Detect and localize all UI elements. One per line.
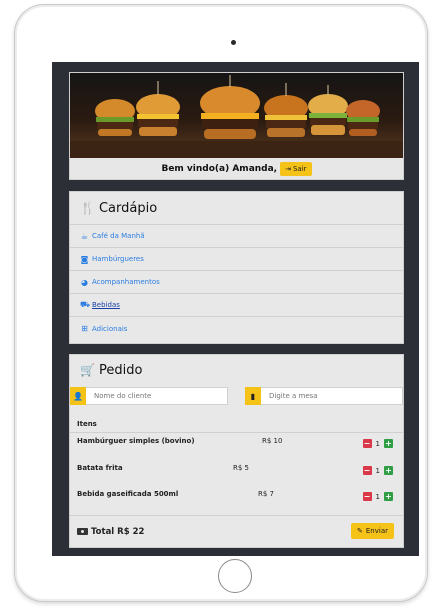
logout-button[interactable]: ⇥ Sair — [280, 162, 312, 176]
header-card: Bem vindo(a) Amanda, ⇥ Sair — [69, 72, 404, 180]
app-screen: Bem vindo(a) Amanda, ⇥ Sair 🍴 Cardápio ☕… — [52, 62, 419, 556]
order-total-text: Total R$ 22 — [91, 526, 145, 537]
menu-title: 🍴 Cardápio — [70, 192, 403, 225]
menu-item-hamburgueres[interactable]: ◙ Hambúrgueres — [70, 248, 403, 271]
menu-item-label: Acompanhamentos — [92, 278, 160, 286]
menu-item-label: Café da Manhã — [92, 232, 145, 240]
menu-item-acompanhamentos[interactable]: ◕ Acompanhamentos — [70, 271, 403, 294]
decrease-quantity-button[interactable]: − — [362, 466, 372, 475]
utensils-icon: 🍴 — [80, 201, 95, 215]
quantity-stepper: − 1 + — [362, 492, 393, 501]
car-icon: ⛟ — [80, 300, 91, 309]
quantity-stepper: − 1 + — [362, 439, 393, 448]
sign-out-icon: ⇥ — [285, 165, 291, 173]
customer-input-group: 👤 Nome do cliente — [70, 387, 228, 405]
send-label: Enviar — [365, 527, 388, 535]
tablet-frame: Bem vindo(a) Amanda, ⇥ Sair 🍴 Cardápio ☕… — [14, 4, 428, 602]
edit-icon: ✎ — [357, 527, 363, 535]
order-card: 🛒 Pedido 👤 Nome do cliente ▮ Digite a me… — [69, 354, 404, 548]
item-name: Batata frita — [77, 464, 123, 472]
send-order-button[interactable]: ✎ Enviar — [351, 523, 394, 539]
decrease-quantity-button[interactable]: − — [362, 492, 372, 501]
order-title: 🛒 Pedido — [70, 355, 403, 385]
menu-item-label: Bebidas — [92, 301, 120, 309]
quantity-value: 1 — [375, 466, 380, 475]
burger-2 — [136, 94, 180, 136]
menu-item-adicionais[interactable]: ⊞ Adicionais — [70, 317, 403, 340]
customer-name-input[interactable]: Nome do cliente — [86, 387, 228, 405]
menu-item-cafe-da-manha[interactable]: ☕ Café da Manhã — [70, 225, 403, 248]
coffee-icon: ☕ — [80, 231, 89, 241]
table-input-group: ▮ Digite a mesa — [245, 387, 403, 405]
quantity-stepper: − 1 + — [362, 466, 393, 475]
money-bill-icon — [77, 528, 88, 535]
burgers-illustration — [70, 75, 403, 158]
quantity-value: 1 — [375, 492, 380, 501]
menu-item-label: Adicionais — [92, 324, 128, 333]
burger-3 — [200, 86, 260, 139]
order-title-text: Pedido — [98, 362, 143, 378]
increase-quantity-button[interactable]: + — [384, 466, 393, 475]
logout-label: Sair — [292, 165, 307, 173]
clipboard-icon: ▮ — [245, 387, 261, 405]
order-row: Hambúrguer simples (bovino) R$ 10 − 1 + — [70, 435, 403, 459]
burger-6 — [346, 100, 380, 136]
menu-card: 🍴 Cardápio ☕ Café da Manhã ◙ Hambúrguere… — [69, 191, 404, 344]
order-total: Total R$ 22 — [77, 527, 144, 537]
increase-quantity-button[interactable]: + — [384, 439, 393, 448]
burger-icon: ◙ — [80, 254, 89, 264]
user-icon: 👤 — [70, 387, 86, 405]
order-row: Batata frita R$ 5 − 1 + — [70, 462, 403, 486]
home-button[interactable] — [218, 559, 252, 593]
burger-5 — [308, 94, 348, 135]
order-row: Bebida gaseificada 500ml R$ 7 − 1 + — [70, 488, 403, 512]
order-inputs-row: 👤 Nome do cliente ▮ Digite a mesa — [70, 385, 403, 407]
item-price: R$ 5 — [233, 464, 249, 472]
item-name: Hambúrguer simples (bovino) — [77, 437, 195, 445]
item-price: R$ 10 — [262, 437, 283, 445]
shopping-cart-icon: 🛒 — [80, 363, 95, 377]
welcome-text: Bem vindo(a) Amanda, — [161, 164, 278, 174]
camera-dot — [231, 40, 236, 45]
welcome-row: Bem vindo(a) Amanda, ⇥ Sair — [70, 158, 403, 180]
item-name: Bebida gaseificada 500ml — [77, 490, 179, 498]
menu-item-label: Hambúrgueres — [92, 255, 144, 263]
quantity-value: 1 — [375, 439, 380, 448]
table-number-input[interactable]: Digite a mesa — [261, 387, 403, 405]
items-header: Itens — [70, 415, 403, 433]
plus-square-icon: ⊞ — [81, 324, 88, 333]
burger-4 — [264, 95, 308, 137]
item-price: R$ 7 — [258, 490, 274, 498]
burgers-banner-image — [70, 73, 403, 158]
menu-item-bebidas[interactable]: ⛟ Bebidas — [70, 294, 403, 317]
menu-title-text: Cardápio — [98, 200, 158, 216]
increase-quantity-button[interactable]: + — [384, 492, 393, 501]
order-footer: Total R$ 22 ✎ Enviar — [70, 515, 403, 547]
pie-icon: ◕ — [81, 277, 88, 287]
decrease-quantity-button[interactable]: − — [362, 439, 372, 448]
burger-1 — [95, 99, 135, 136]
